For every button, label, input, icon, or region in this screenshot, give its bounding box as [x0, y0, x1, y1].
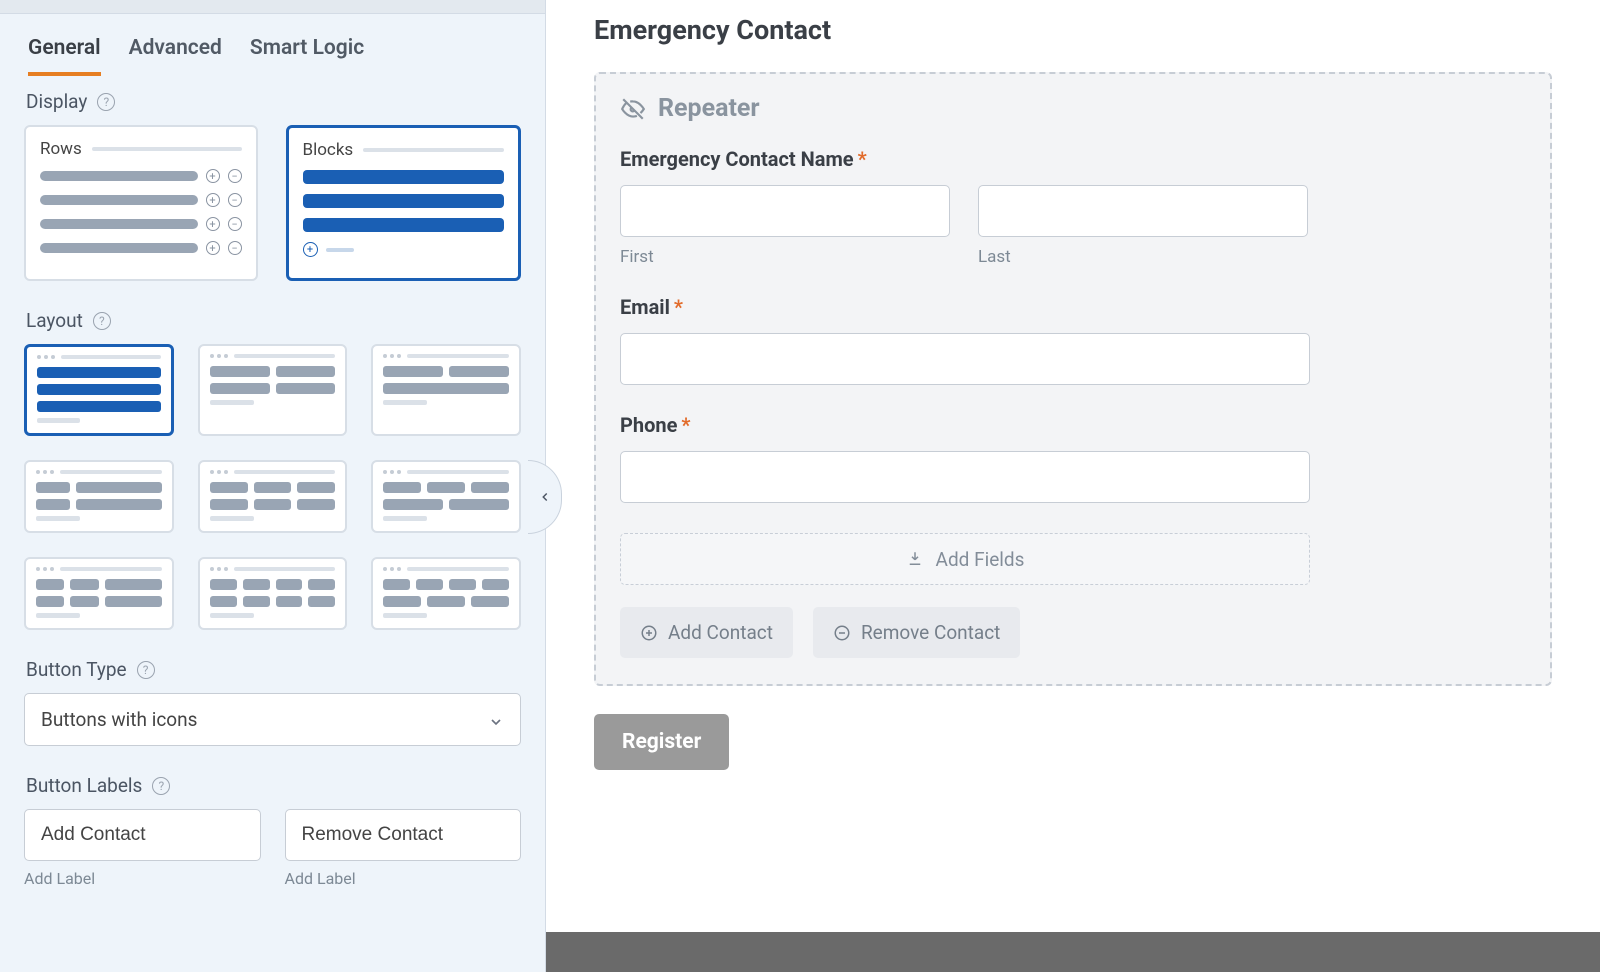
tab-smart-logic[interactable]: Smart Logic: [250, 36, 364, 76]
rows-preview: +− +− +− +−: [40, 169, 242, 255]
help-icon[interactable]: ?: [152, 777, 170, 795]
help-icon[interactable]: ?: [93, 312, 111, 330]
name-field-label: Emergency Contact Name*: [620, 147, 1526, 171]
first-name-sub: First: [620, 247, 950, 267]
blocks-title: Blocks: [303, 140, 354, 160]
submit-button[interactable]: Register: [594, 714, 729, 770]
plus-icon: +: [206, 193, 220, 207]
section-button-labels: Button Labels ? Add Label Add Label: [0, 760, 545, 902]
button-type-value: Buttons with icons: [41, 708, 197, 731]
repeater-title: Repeater: [620, 94, 1526, 123]
section-button-type: Button Type ? Buttons with icons: [0, 644, 545, 760]
display-label: Display ?: [24, 90, 521, 113]
required-mark: *: [858, 147, 867, 171]
layout-option-narrow-wide[interactable]: [24, 460, 174, 533]
form-heading: Emergency Contact: [594, 0, 1552, 72]
remove-contact-text: Remove Contact: [861, 621, 1000, 644]
layout-option-4col-a[interactable]: [24, 557, 174, 630]
form-canvas: Emergency Contact Repeater Emergency Con…: [546, 0, 1600, 932]
button-labels-label: Button Labels ?: [24, 774, 521, 797]
rows-title: Rows: [40, 139, 82, 159]
add-contact-button[interactable]: Add Contact: [620, 607, 793, 658]
display-option-blocks[interactable]: Blocks +: [286, 125, 522, 281]
layout-option-4col-c[interactable]: [371, 557, 521, 630]
layout-option-4col-b[interactable]: [198, 557, 348, 630]
repeater-field[interactable]: Repeater Emergency Contact Name* First L…: [594, 72, 1552, 686]
sidebar-top-bar: [0, 0, 545, 14]
required-mark: *: [674, 295, 683, 319]
button-type-label: Button Type ?: [24, 658, 521, 681]
layout-option-2col-2row[interactable]: [198, 344, 348, 436]
section-layout: Layout ?: [0, 295, 545, 644]
tab-advanced[interactable]: Advanced: [129, 36, 222, 76]
add-label-sub: Add Label: [24, 869, 261, 888]
form-canvas-wrapper: Emergency Contact Repeater Emergency Con…: [546, 0, 1600, 972]
blocks-preview: +: [303, 170, 505, 257]
minus-icon: −: [228, 217, 242, 231]
last-name-sub: Last: [978, 247, 1308, 267]
button-type-select[interactable]: Buttons with icons: [24, 693, 521, 746]
download-icon: [906, 550, 924, 568]
repeater-title-text: Repeater: [658, 94, 760, 123]
tab-general[interactable]: General: [28, 36, 101, 76]
decorative-line: [92, 147, 242, 151]
add-fields-dropzone[interactable]: Add Fields: [620, 533, 1310, 585]
layout-label: Layout ?: [24, 309, 521, 332]
required-mark: *: [681, 413, 690, 437]
remove-label-sub: Add Label: [285, 869, 522, 888]
plus-icon: +: [206, 169, 220, 183]
last-name-input[interactable]: [978, 185, 1308, 237]
layout-label-text: Layout: [26, 309, 83, 332]
settings-sidebar: General Advanced Smart Logic Display ? R…: [0, 0, 546, 972]
display-label-text: Display: [26, 90, 87, 113]
plus-icon: +: [206, 217, 220, 231]
decorative-line: [363, 148, 504, 152]
add-label-input[interactable]: [24, 809, 261, 861]
plus-circle-icon: [640, 624, 658, 642]
plus-icon: +: [206, 241, 220, 255]
chevron-down-icon: [488, 712, 504, 728]
button-type-label-text: Button Type: [26, 658, 127, 681]
display-option-rows[interactable]: Rows +− +− +− +−: [24, 125, 258, 281]
eye-off-icon: [620, 96, 646, 122]
minus-circle-icon: [833, 624, 851, 642]
remove-contact-button[interactable]: Remove Contact: [813, 607, 1020, 658]
minus-icon: −: [228, 169, 242, 183]
add-fields-text: Add Fields: [936, 548, 1025, 571]
layout-option-3col-mixed[interactable]: [371, 460, 521, 533]
plus-icon: +: [303, 242, 318, 257]
phone-field-label: Phone*: [620, 413, 1526, 437]
remove-label-input[interactable]: [285, 809, 522, 861]
section-display: Display ? Rows +− +− +− +−: [0, 76, 545, 295]
layout-option-2col-stacked[interactable]: [371, 344, 521, 436]
help-icon[interactable]: ?: [137, 661, 155, 679]
minus-icon: −: [228, 193, 242, 207]
email-input[interactable]: [620, 333, 1310, 385]
add-contact-text: Add Contact: [668, 621, 773, 644]
layout-option-1col[interactable]: [24, 344, 174, 436]
settings-tabs: General Advanced Smart Logic: [0, 14, 545, 76]
layout-option-3col-2row[interactable]: [198, 460, 348, 533]
button-labels-label-text: Button Labels: [26, 774, 142, 797]
email-field-label: Email*: [620, 295, 1526, 319]
first-name-input[interactable]: [620, 185, 950, 237]
phone-input[interactable]: [620, 451, 1310, 503]
minus-icon: −: [228, 241, 242, 255]
help-icon[interactable]: ?: [97, 93, 115, 111]
